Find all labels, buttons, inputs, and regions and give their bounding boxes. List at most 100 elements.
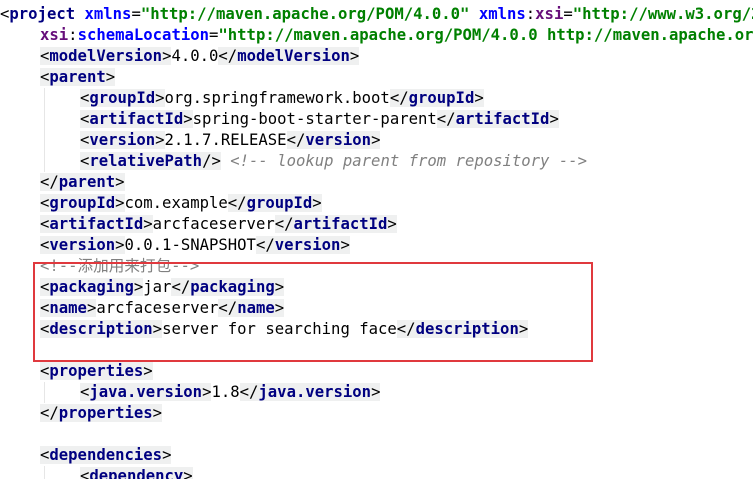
tag-open-bracket: </ — [286, 131, 306, 149]
code-content: <relativePath/> <!-- lookup parent from … — [80, 152, 587, 170]
tag-name: artifactId — [455, 110, 550, 128]
tag-name: description — [415, 320, 519, 338]
code-line[interactable]: <!--添加用来打包--> — [0, 256, 753, 277]
code-line[interactable]: <dependency> — [0, 466, 753, 479]
tag-open-bracket: < — [40, 47, 50, 65]
code-line[interactable]: <artifactId>arcfaceserver</artifactId> — [0, 214, 753, 235]
tag-close-bracket: > — [155, 89, 165, 107]
tag-name: version — [89, 131, 156, 149]
tag-name: packaging — [49, 278, 134, 296]
tag-name: artifactId — [89, 110, 184, 128]
indent-guide — [44, 466, 45, 479]
tag-close-bracket: > — [115, 173, 125, 191]
code-line[interactable]: <groupId>org.springframework.boot</group… — [0, 88, 753, 109]
indent-guide — [44, 151, 45, 172]
code-content: <parent> — [40, 68, 116, 86]
code-line[interactable]: <java.version>1.8</java.version> — [0, 382, 753, 403]
code-line[interactable] — [0, 340, 753, 361]
code-content: <packaging>jar</packaging> — [40, 278, 285, 296]
xml-tag: <description> — [40, 320, 163, 338]
tag-close-bracket: > — [143, 362, 153, 380]
tag-open-bracket: < — [40, 194, 50, 212]
code-line[interactable]: <properties> — [0, 361, 753, 382]
code-content: xsi:schemaLocation="http://maven.apache.… — [40, 26, 753, 44]
code-content: <artifactId>spring-boot-starter-parent</… — [80, 110, 559, 128]
tag-open-bracket: </ — [218, 299, 238, 317]
attribute-value: "http://maven.apache.org/POM/4.0.0 http:… — [218, 26, 753, 44]
code-line[interactable]: <name>arcfaceserver</name> — [0, 298, 753, 319]
tag-open-bracket: < — [40, 362, 50, 380]
code-lines[interactable]: <project xmlns="http://maven.apache.org/… — [0, 4, 753, 479]
text-content: arcfaceserver — [96, 299, 219, 317]
code-content: <properties> — [40, 362, 153, 380]
tag-open-bracket: < — [80, 89, 90, 107]
code-content: <modelVersion>4.0.0</modelVersion> — [40, 47, 360, 65]
punctuation: = — [209, 26, 219, 44]
tag-close-bracket: > — [115, 236, 125, 254]
indent-guide — [44, 382, 45, 403]
code-content: <name>arcfaceserver</name> — [40, 299, 285, 317]
code-line[interactable]: <description>server for searching face</… — [0, 319, 753, 340]
xml-tag: </java.version> — [239, 383, 381, 401]
xml-tag: </name> — [218, 299, 285, 317]
code-content: <dependencies> — [40, 446, 172, 464]
code-line[interactable]: </parent> — [0, 172, 753, 193]
code-line[interactable]: xsi:schemaLocation="http://maven.apache.… — [0, 25, 753, 46]
tag-close-bracket: /> — [202, 152, 221, 170]
text-content: server for searching face — [162, 320, 397, 338]
punctuation: < — [0, 5, 10, 23]
attribute-value: "http://www.w3.org/2001/XMLSchema-instan… — [572, 5, 753, 23]
code-line[interactable]: <modelVersion>4.0.0</modelVersion> — [0, 46, 753, 67]
code-content: <description>server for searching face</… — [40, 320, 529, 338]
attribute-name: schemaLocation — [77, 26, 209, 44]
xml-tag: </version> — [255, 236, 350, 254]
tag-close-bracket: > — [105, 68, 116, 86]
code-line[interactable]: <parent> — [0, 67, 753, 88]
code-line[interactable]: <project xmlns="http://maven.apache.org/… — [0, 4, 753, 25]
xml-tag: </properties> — [40, 404, 163, 422]
xml-tag: </groupId> — [227, 194, 322, 212]
xml-tag: </description> — [396, 320, 529, 338]
code-line[interactable]: <version>0.0.1-SNAPSHOT</version> — [0, 235, 753, 256]
text-content: org.springframework.boot — [164, 89, 390, 107]
tag-close-bracket: > — [274, 299, 285, 317]
xml-tag: </artifactId> — [436, 110, 559, 128]
tag-open-bracket: < — [80, 383, 90, 401]
tag-name: artifactId — [49, 215, 144, 233]
text-content — [75, 5, 84, 23]
code-content: </properties> — [40, 404, 163, 422]
tag-name: relativePath — [89, 152, 203, 170]
code-line[interactable]: <relativePath/> <!-- lookup parent from … — [0, 151, 753, 172]
tag-name: name — [49, 299, 87, 317]
tag-open-bracket: < — [40, 278, 50, 296]
code-editor[interactable]: <project xmlns="http://maven.apache.org/… — [0, 0, 753, 479]
tag-name: dependencies — [49, 446, 163, 464]
text-content: jar — [143, 278, 172, 296]
code-content: </parent> — [40, 173, 125, 191]
xml-tag: <artifactId> — [40, 215, 153, 233]
tag-open-bracket: < — [80, 110, 90, 128]
tag-name: dependency — [89, 467, 184, 479]
xml-tag: </modelVersion> — [218, 47, 360, 65]
xml-tag: <artifactId> — [80, 110, 193, 128]
tag-open-bracket: </ — [218, 47, 238, 65]
code-line[interactable]: <packaging>jar</packaging> — [0, 277, 753, 298]
tag-close-bracket: > — [371, 131, 381, 149]
xml-tag: </artifactId> — [274, 215, 397, 233]
punctuation: = — [131, 5, 141, 23]
tag-name: properties — [49, 362, 144, 380]
tag-open-bracket: < — [40, 446, 50, 464]
tag-name: modelVersion — [49, 47, 163, 65]
code-line[interactable]: <version>2.1.7.RELEASE</version> — [0, 130, 753, 151]
indent-guide — [44, 88, 45, 109]
text-content: arcfaceserver — [152, 215, 275, 233]
tag-name: modelVersion — [237, 47, 350, 65]
xml-tag: <relativePath/> — [80, 152, 221, 170]
tag-name: version — [274, 236, 341, 254]
code-line[interactable]: <groupId>com.example</groupId> — [0, 193, 753, 214]
code-line[interactable]: <artifactId>spring-boot-starter-parent</… — [0, 109, 753, 130]
code-line[interactable]: <dependencies> — [0, 445, 753, 466]
code-line[interactable]: </properties> — [0, 403, 753, 424]
code-line[interactable] — [0, 424, 753, 445]
tag-close-bracket: > — [474, 89, 484, 107]
